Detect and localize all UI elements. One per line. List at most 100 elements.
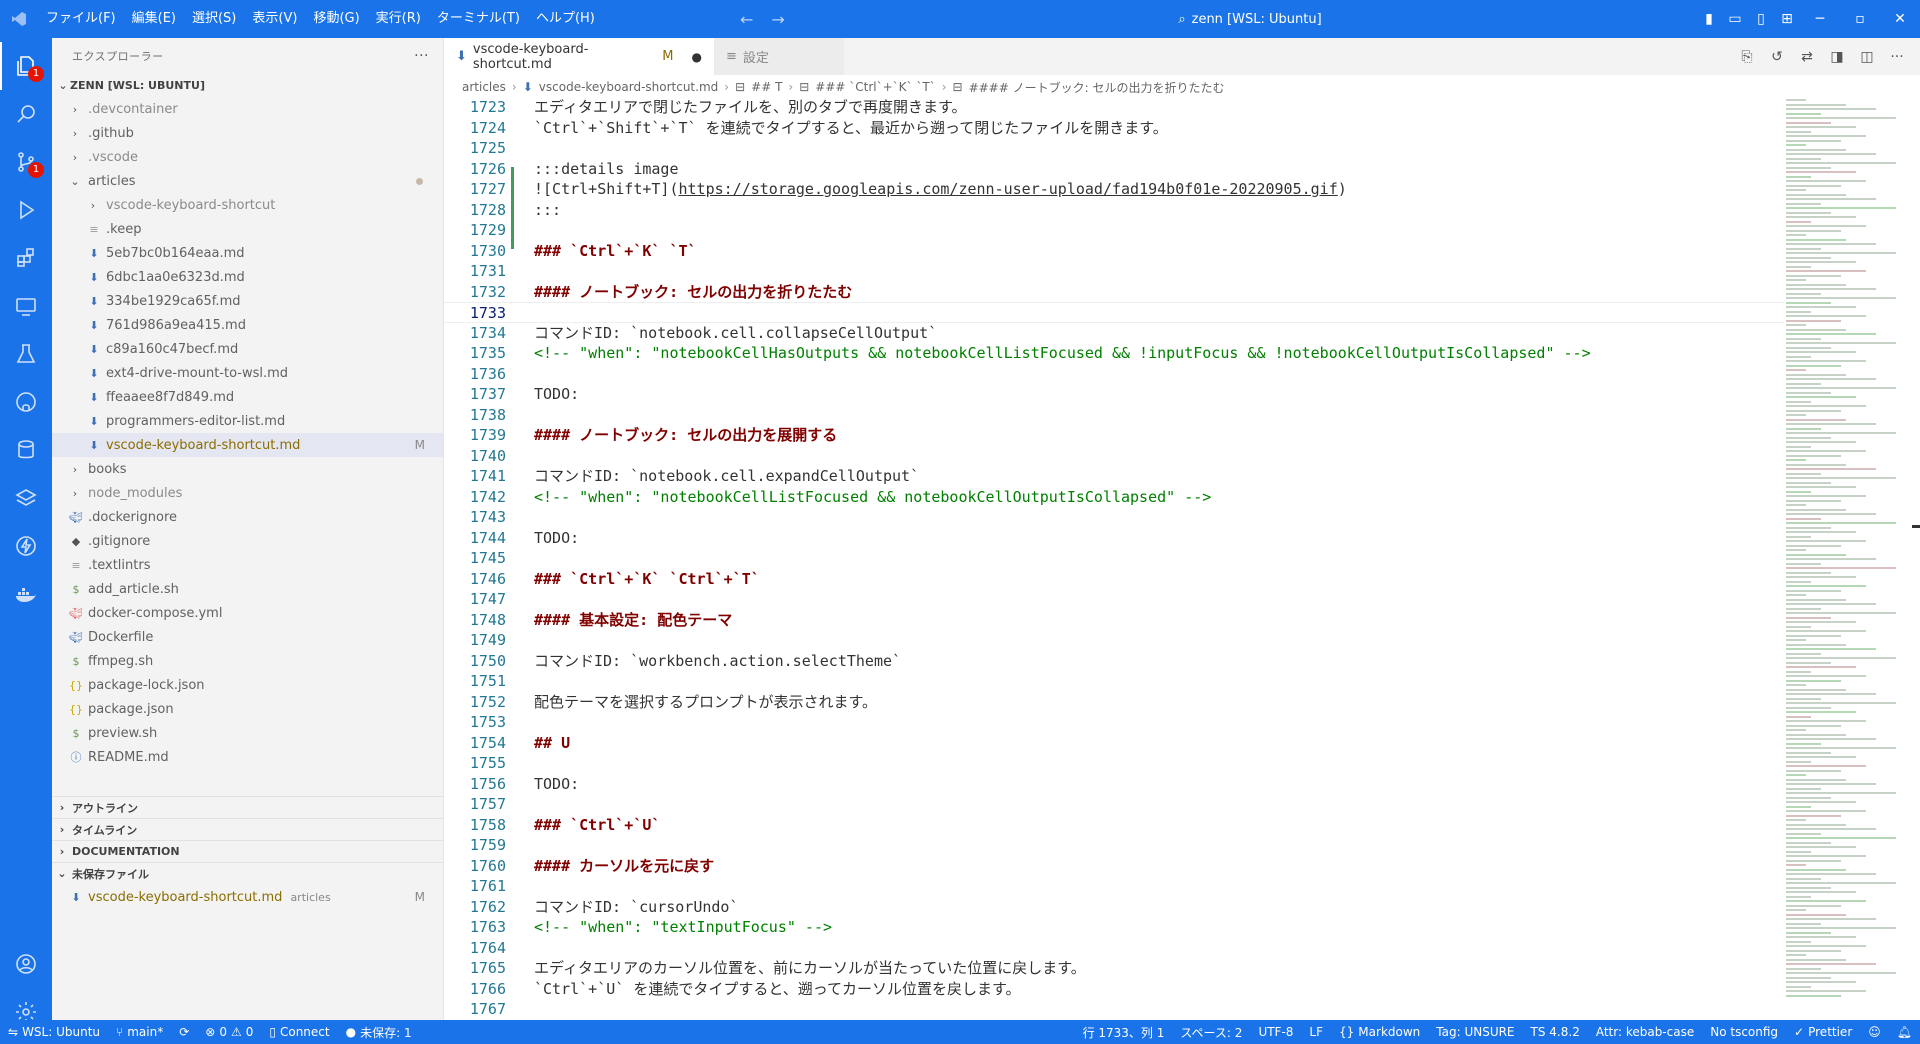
github-icon[interactable] (0, 378, 52, 426)
end-of-line[interactable]: LF (1301, 1025, 1331, 1039)
tree-item[interactable]: $ add_article.sh (52, 577, 443, 601)
toggle-panel-icon[interactable]: ▭ (1722, 11, 1748, 27)
breadcrumb-item[interactable]: vscode-keyboard-shortcut.md (539, 80, 718, 94)
tree-item[interactable]: 🐳︎ Dockerfile (52, 625, 443, 649)
toggle-secondary-sidebar-icon[interactable]: ▯ (1748, 11, 1774, 27)
forward-arrow-icon[interactable]: → (771, 10, 784, 29)
unsaved-file-item[interactable]: ⬇ vscode-keyboard-shortcut.md articles M (52, 885, 443, 909)
explorer-icon[interactable]: 1 (0, 42, 52, 90)
remote-indicator[interactable]: ⇋ WSL: Ubuntu (0, 1025, 108, 1039)
tree-item[interactable]: 🐳︎ docker-compose.yml (52, 601, 443, 625)
tree-item[interactable]: ⬇ ext4-drive-mount-to-wsl.md (52, 361, 443, 385)
tree-item[interactable]: › .devcontainer (52, 97, 443, 121)
typescript-version[interactable]: TS 4.8.2 (1523, 1025, 1588, 1039)
layers-icon[interactable] (0, 474, 52, 522)
menu-item[interactable]: 実行(R) (368, 0, 429, 38)
tab-vscode-keyboard-shortcut[interactable]: ⬇ vscode-keyboard-shortcut.md M ● (444, 38, 714, 75)
tree-item[interactable]: ⬇ 6dbc1aa0e6323d.md (52, 265, 443, 289)
breadcrumb-item[interactable]: #### ノートブック: セルの出力を折りたたむ (969, 79, 1225, 96)
minimap[interactable] (1782, 99, 1912, 1020)
prettier-status[interactable]: ✓ Prettier (1786, 1025, 1860, 1039)
attr-case[interactable]: Attr: kebab-case (1588, 1025, 1702, 1039)
section-outline[interactable]: › アウトライン (52, 796, 443, 818)
tree-item[interactable]: ⬇ c89a160c47becf.md (52, 337, 443, 361)
minimize-icon[interactable]: ─ (1800, 11, 1840, 27)
timeline-history-icon[interactable]: ↺ (1764, 49, 1790, 65)
tree-item[interactable]: › node_modules (52, 481, 443, 505)
code-link[interactable]: https://storage.googleapis.com/zenn-user… (679, 180, 1338, 198)
close-icon[interactable]: ✕ (1880, 11, 1920, 27)
source-control-icon[interactable]: 1 (0, 138, 52, 186)
tree-item[interactable]: ⬇ 5eb7bc0b164eaa.md (52, 241, 443, 265)
docker-icon[interactable] (0, 570, 52, 618)
branch-indicator[interactable]: ⑂ main* (108, 1025, 171, 1039)
tree-item[interactable]: $ preview.sh (52, 721, 443, 745)
open-preview-icon[interactable]: ⎘ (1734, 49, 1760, 65)
testing-icon[interactable] (0, 330, 52, 378)
tree-item[interactable]: 🐳︎ .dockerignore (52, 505, 443, 529)
tree-item[interactable]: {} package-lock.json (52, 673, 443, 697)
section-timeline[interactable]: › タイムライン (52, 818, 443, 840)
tsconfig-status[interactable]: No tsconfig (1702, 1025, 1786, 1039)
tree-item[interactable]: ≡ .textlintrs (52, 553, 443, 577)
language-mode[interactable]: {} Markdown (1331, 1025, 1428, 1039)
tree-item[interactable]: › books (52, 457, 443, 481)
command-center[interactable]: ⌕ zenn [WSL: Ubuntu] (1050, 7, 1450, 31)
tab-dirty-icon[interactable]: ● (692, 50, 702, 64)
search-icon[interactable] (0, 90, 52, 138)
tree-item[interactable]: ⬇ vscode-keyboard-shortcut.md M (52, 433, 443, 457)
breadcrumb-item[interactable]: ### `Ctrl`+`K` `T` (815, 80, 935, 94)
lightning-icon[interactable] (0, 522, 52, 570)
breadcrumb-item[interactable]: ## T (751, 80, 782, 94)
toggle-sidebar-icon[interactable]: ▮ (1696, 11, 1722, 27)
encoding[interactable]: UTF-8 (1250, 1025, 1301, 1039)
run-debug-icon[interactable] (0, 186, 52, 234)
menu-item[interactable]: 表示(V) (244, 0, 305, 38)
feedback-icon[interactable]: ☺ (1860, 1025, 1889, 1039)
connect-button[interactable]: ▯ Connect (261, 1025, 337, 1039)
sync-button[interactable]: ⟳ (171, 1025, 197, 1039)
menu-item[interactable]: 編集(E) (124, 0, 184, 38)
tree-item[interactable]: {} package.json (52, 697, 443, 721)
remote-explorer-icon[interactable] (0, 282, 52, 330)
preview-side-icon[interactable]: ◨ (1824, 49, 1850, 65)
tree-item[interactable]: ⬇ ffeaaee8f7d849.md (52, 385, 443, 409)
tree-item[interactable]: ⬇ 334be1929ca65f.md (52, 289, 443, 313)
problems-indicator[interactable]: ⊗ 0 ⚠ 0 (197, 1025, 261, 1039)
tab-settings[interactable]: ≡ 設定 (714, 38, 844, 75)
tree-item[interactable]: ⓘ README.md (52, 745, 443, 769)
tree-item[interactable]: ≡ .keep (52, 217, 443, 241)
tree-item[interactable]: › vscode-keyboard-shortcut (52, 193, 443, 217)
menu-item[interactable]: ターミナル(T) (429, 0, 528, 38)
menu-item[interactable]: 移動(G) (305, 0, 367, 38)
menu-item[interactable]: ファイル(F) (38, 0, 124, 38)
section-unsaved[interactable]: ⌄ 未保存ファイル (52, 862, 443, 884)
open-changes-icon[interactable]: ⇄ (1794, 49, 1820, 65)
indentation[interactable]: スペース: 2 (1172, 1024, 1250, 1041)
unsaved-indicator[interactable]: ● 未保存: 1 (338, 1024, 420, 1041)
back-arrow-icon[interactable]: ← (740, 10, 753, 29)
workspace-root[interactable]: ⌄ ZENN [WSL: UBUNTU] (52, 73, 443, 97)
tree-item[interactable]: ⬇ programmers-editor-list.md (52, 409, 443, 433)
tree-item[interactable]: ⬇ 761d986a9ea415.md (52, 313, 443, 337)
tree-item[interactable]: › .github (52, 121, 443, 145)
more-actions-icon[interactable]: ··· (1884, 49, 1910, 65)
notifications-bell-icon[interactable]: 🔔︎ (1889, 1025, 1920, 1039)
menu-item[interactable]: ヘルプ(H) (528, 0, 603, 38)
customize-layout-icon[interactable]: ⊞ (1774, 11, 1800, 27)
extensions-icon[interactable] (0, 234, 52, 282)
code-editor[interactable]: 1723 エディタエリアで閉じたファイルを、別のタブで再度開きます。 1724 `Ct… (444, 99, 1920, 1020)
section-documentation[interactable]: › DOCUMENTATION (52, 840, 443, 862)
split-editor-icon[interactable]: ◫ (1854, 49, 1880, 65)
maximize-icon[interactable]: ▫ (1840, 11, 1880, 27)
breadcrumb-item[interactable]: articles (462, 80, 506, 94)
tag-case[interactable]: Tag: UNSURE (1428, 1025, 1522, 1039)
tree-item[interactable]: › .vscode (52, 145, 443, 169)
cursor-position[interactable]: 行 1733、列 1 (1075, 1024, 1173, 1041)
vertical-scrollbar[interactable] (1912, 99, 1920, 1020)
tree-item[interactable]: ⌄ articles (52, 169, 443, 193)
tree-item[interactable]: ◆ .gitignore (52, 529, 443, 553)
more-actions-icon[interactable]: ··· (414, 48, 429, 64)
menu-item[interactable]: 選択(S) (184, 0, 244, 38)
database-icon[interactable] (0, 426, 52, 474)
